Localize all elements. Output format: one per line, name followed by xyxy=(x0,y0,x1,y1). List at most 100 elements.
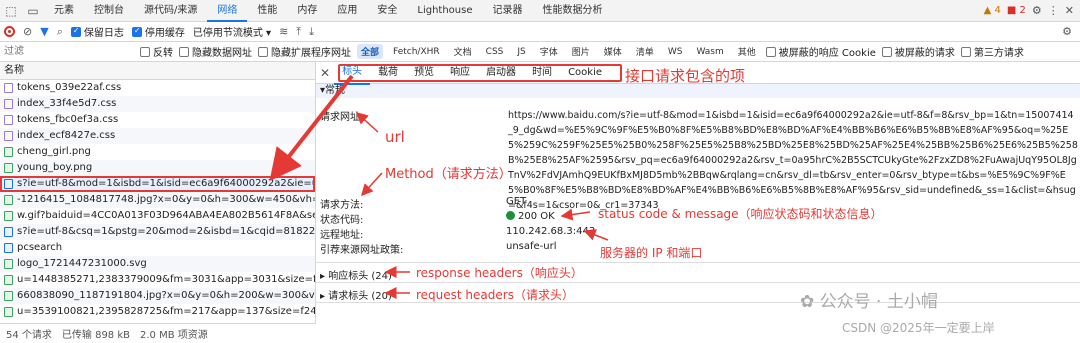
filter-input[interactable] xyxy=(4,44,134,59)
more-icon[interactable]: ⋮ xyxy=(1048,4,1059,17)
request-row[interactable]: u=3539100821,2395828725&fm=217&app=137&s… xyxy=(0,304,315,320)
status-ok-icon xyxy=(506,211,515,220)
remote-label: 远程地址: xyxy=(320,230,364,241)
error-count: 2 xyxy=(1019,5,1026,16)
hide-ext-urls-checkbox[interactable]: 隐藏扩展程序网址 xyxy=(258,44,351,59)
blocked-requests-checkbox[interactable]: 被屏蔽的请求 xyxy=(881,44,955,59)
annotation-request-headers: request headers（请求头） xyxy=(416,288,574,302)
document-file-icon xyxy=(4,243,13,253)
devtools-tabbar: ⬚ ▭ 元素 控制台 源代码/来源 网络 性能 内存 应用 安全 Lightho… xyxy=(0,0,1080,22)
request-row[interactable]: tokens_fbc0ef3a.css xyxy=(0,112,315,128)
css-file-icon xyxy=(4,99,13,109)
annotation-server: 服务器的 IP 和端口 xyxy=(600,246,703,260)
chip-manifest[interactable]: 清单 xyxy=(632,44,658,59)
import-icon[interactable]: ⤒ xyxy=(296,25,301,39)
request-row[interactable]: -1216415_1084817748.jpg?x=0&y=0&h=300&w=… xyxy=(0,192,315,208)
filter-bar: 反转 隐藏数据网址 隐藏扩展程序网址 全部 Fetch/XHR 文档 CSS J… xyxy=(0,42,1080,62)
hide-data-urls-checkbox[interactable]: 隐藏数据网址 xyxy=(179,44,252,59)
invert-checkbox[interactable]: 反转 xyxy=(140,44,173,59)
third-party-checkbox[interactable]: 第三方请求 xyxy=(960,44,1024,59)
inspect-icon[interactable]: ⬚ xyxy=(0,0,22,22)
request-row[interactable]: pcsearch xyxy=(0,240,315,256)
name-column-header[interactable]: 名称 xyxy=(0,62,315,80)
request-row[interactable]: logo_1721447231000.svg xyxy=(0,256,315,272)
request-row[interactable]: w.gif?baiduid=4CC0A013F03D964ABA4EA802B5… xyxy=(0,208,315,224)
preserve-log-label: 保留日志 xyxy=(83,28,124,39)
wechat-icon: ✿ xyxy=(800,292,820,312)
tab-console[interactable]: 控制台 xyxy=(84,0,134,22)
method-value: GET xyxy=(506,196,527,207)
tab-recorder[interactable]: 记录器 xyxy=(483,0,533,22)
request-row[interactable]: tokens_039e22af.css xyxy=(0,80,315,96)
search-icon[interactable]: ⌕ xyxy=(57,25,63,39)
chip-js[interactable]: JS xyxy=(513,46,529,58)
chip-ws[interactable]: WS xyxy=(664,46,687,58)
tab-lighthouse[interactable]: Lighthouse xyxy=(407,0,482,22)
record-icon[interactable] xyxy=(4,26,15,37)
checkbox-icon xyxy=(70,26,81,37)
close-icon[interactable]: ✕ xyxy=(1065,4,1074,17)
request-row[interactable]: u=1448385271,2383379009&fm=3031&app=3031… xyxy=(0,272,315,288)
tab-sources[interactable]: 源代码/来源 xyxy=(134,0,207,22)
settings-icon[interactable]: ⚙ xyxy=(1032,4,1042,17)
filter-icon[interactable]: ▼ xyxy=(40,25,48,38)
request-list: 名称 tokens_039e22af.css index_33f4e5d7.css… xyxy=(0,62,316,343)
image-file-icon xyxy=(4,291,13,301)
status-bar: 54 个请求 已传输 898 kB 2.0 MB 项资源 xyxy=(0,323,316,343)
image-file-icon xyxy=(4,147,13,157)
tab-elements[interactable]: 元素 xyxy=(44,0,84,22)
clear-icon[interactable]: ⊘ xyxy=(23,25,32,38)
chip-fetch-xhr[interactable]: Fetch/XHR xyxy=(389,46,444,58)
chip-css[interactable]: CSS xyxy=(482,46,508,58)
warning-badge[interactable]: ▲ 4 xyxy=(984,5,1001,16)
wechat-watermark: ✿ 公众号 · 土小帽 xyxy=(800,287,938,312)
settings-icon[interactable]: ⚙ xyxy=(1062,25,1072,38)
chip-img[interactable]: 图片 xyxy=(568,44,594,59)
chip-wasm[interactable]: Wasm xyxy=(692,46,727,58)
checkbox-icon xyxy=(140,46,150,57)
tab-perf-insights[interactable]: 性能数据分析 xyxy=(533,0,613,22)
response-headers-section[interactable]: ▸ 响应标头 (24) xyxy=(320,267,392,282)
request-row[interactable]: s?ie=utf-8&mod=1&isbd=1&isid=ec6a9f64000… xyxy=(0,176,315,192)
export-icon[interactable]: ⤓ xyxy=(309,25,314,39)
chip-all[interactable]: 全部 xyxy=(357,44,384,59)
request-rows: tokens_039e22af.css index_33f4e5d7.css tok… xyxy=(0,80,315,320)
blocked-cookies-checkbox[interactable]: 被屏蔽的响应 Cookie xyxy=(765,44,876,59)
third-party-label: 第三方请求 xyxy=(973,48,1024,59)
throttle-select[interactable]: 已停用节流模式 ▾ xyxy=(193,24,271,39)
request-row[interactable]: cheng_girl.png xyxy=(0,144,315,160)
chip-media[interactable]: 媒体 xyxy=(600,44,626,59)
tab-memory[interactable]: 内存 xyxy=(287,0,327,22)
disable-cache-label: 停用缓存 xyxy=(144,28,185,39)
checkbox-icon xyxy=(179,46,189,57)
request-headers-section[interactable]: ▸ 请求标头 (20) xyxy=(320,287,392,302)
preserve-log-checkbox[interactable]: 保留日志 xyxy=(70,24,124,39)
chip-doc[interactable]: 文档 xyxy=(450,44,476,59)
request-row[interactable]: young_boy.png xyxy=(0,160,315,176)
divider xyxy=(316,262,1080,263)
device-toggle-icon[interactable]: ▭ xyxy=(22,0,44,22)
disable-cache-checkbox[interactable]: 停用缓存 xyxy=(131,24,185,39)
csdn-watermark: CSDN @2025年一定要上岸 xyxy=(842,321,995,335)
checkbox-icon xyxy=(765,46,776,57)
chip-font[interactable]: 字体 xyxy=(536,44,562,59)
referrer-value: unsafe-url xyxy=(506,241,557,252)
general-section-header[interactable]: ▾常规 xyxy=(316,84,1080,98)
request-row[interactable]: index_33f4e5d7.css xyxy=(0,96,315,112)
request-name: s?ie=utf-8&csq=1&pstg=20&mod=2&isbd=1&cq… xyxy=(17,226,315,237)
tab-application[interactable]: 应用 xyxy=(327,0,367,22)
annotation-method: Method（请求方法） xyxy=(385,167,512,182)
tab-performance[interactable]: 性能 xyxy=(247,0,287,22)
request-row[interactable]: s?ie=utf-8&csq=1&pstg=20&mod=2&isbd=1&cq… xyxy=(0,224,315,240)
request-row[interactable]: index_ecf8427e.css xyxy=(0,128,315,144)
image-file-icon xyxy=(4,307,13,317)
wifi-icon[interactable]: ≋ xyxy=(279,25,288,38)
tab-security[interactable]: 安全 xyxy=(367,0,407,22)
close-icon[interactable]: ✕ xyxy=(320,66,330,80)
tab-network[interactable]: 网络 xyxy=(207,0,248,22)
error-badge[interactable]: ■ 2 xyxy=(1007,5,1026,16)
annotation-status: status code & message（响应状态码和状态信息） xyxy=(598,207,883,221)
chip-other[interactable]: 其他 xyxy=(734,44,760,59)
request-name: tokens_039e22af.css xyxy=(17,82,122,93)
request-row[interactable]: 660838090_1187191804.jpg?x=0&y=0&h=200&w… xyxy=(0,288,315,304)
